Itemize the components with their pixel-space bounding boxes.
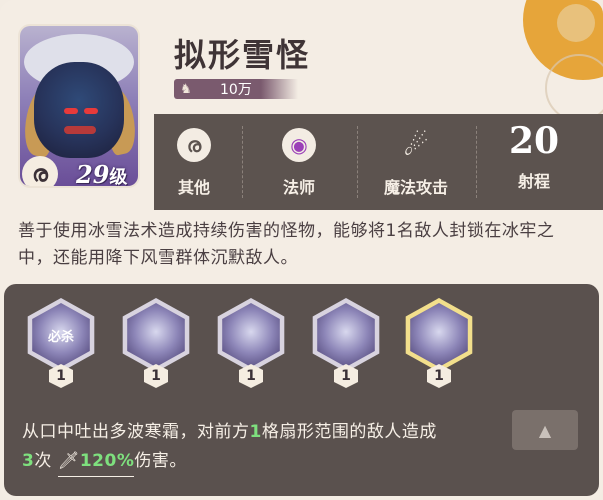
skill-description: 从口中吐出多波寒霜，对前方1格扇形范围的敌人造成 3次 🗡 120% 伤害。 [22,418,522,477]
skills-panel: 必杀 1 1 1 1 1 从口中吐出多波寒霜，对前方1格扇形范围的敌人造成 3次… [4,284,599,496]
stat-divider [476,126,478,198]
stat-class[interactable]: ◉ 法师 [259,114,339,210]
comet-icon: ☄ [403,128,429,162]
portrait-mouth [64,126,96,134]
skill-slot-3[interactable]: 1 [214,298,288,388]
stat-divider [242,126,244,198]
unit-name: 拟形雪怪 [174,36,311,74]
sun-highlight-decoration [557,4,595,42]
portrait-eye-right [84,108,98,114]
skill-slot-1[interactable]: 必杀 1 [24,298,98,388]
stat-divider [357,126,359,198]
swirl-icon: ര [22,156,58,186]
collapse-button[interactable]: ▲ [512,410,578,450]
stat-class-label: 法师 [282,178,315,197]
attack-stat-tag: 🗡 120% [57,447,135,477]
unit-card: ര 29级 拟形雪怪 ♞ 10万 ര 其他 ◉ 法师 ☄ 魔法攻击 20 射程 … [0,0,603,500]
mage-icon: ◉ [282,128,316,162]
ring-decoration [545,54,603,122]
skill-slot-5[interactable]: 1 [402,298,476,388]
stat-attack-type[interactable]: ☄ 魔法攻击 [366,114,466,210]
portrait-eye-left [64,108,78,114]
skill-slot-4[interactable]: 1 [309,298,383,388]
unit-description: 善于使用冰雪法术造成持续伤害的怪物，能够将1名敌人封锁在冰牢之中，还能用降下风雪… [18,221,555,268]
swirl-icon: ര [177,128,211,162]
unit-portrait[interactable]: ര 29级 [20,26,138,186]
portrait-monster-body [34,62,124,158]
stat-category-label: 其他 [177,178,210,197]
stat-category[interactable]: ര 其他 [154,114,234,210]
skill-level-badge: 1 [334,364,358,388]
skill-level-badge: 1 [427,364,451,388]
power-bar: ♞ 10万 [174,79,298,99]
stat-range[interactable]: 20 射程 [484,114,584,210]
stat-attack-type-label: 魔法攻击 [383,178,448,197]
power-value: 10万 [220,82,252,98]
stat-range-value: 20 [508,120,560,162]
stats-band: ര 其他 ◉ 法师 ☄ 魔法攻击 20 射程 [154,114,603,210]
stat-range-label: 射程 [517,172,550,191]
chevron-up-icon: ▲ [538,420,552,440]
unit-level: 29级 [76,160,128,186]
skill-level-badge: 1 [239,364,263,388]
figure-icon: ♞ [180,81,192,97]
skill-level-badge: 1 [49,364,73,388]
skill-level-badge: 1 [144,364,168,388]
sword-icon: 🗡 [57,451,80,471]
skill-slot-2[interactable]: 1 [119,298,193,388]
